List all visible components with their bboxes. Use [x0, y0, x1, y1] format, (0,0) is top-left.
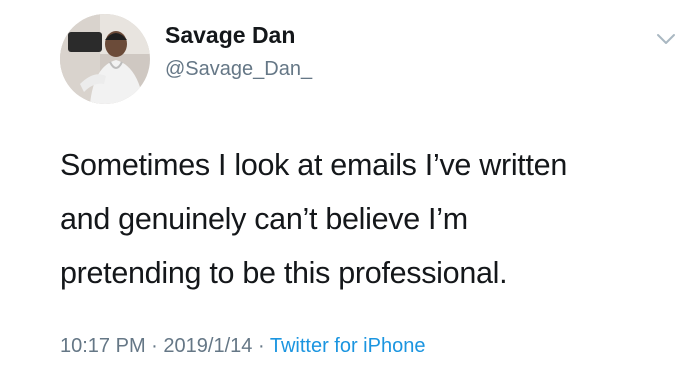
avatar-photo-icon [60, 14, 150, 104]
tweet-date[interactable]: 2019/1/14 [163, 335, 252, 357]
tweet-time[interactable]: 10:17 PM [60, 335, 146, 357]
tweet-text: Sometimes I look at emails I’ve written … [60, 138, 660, 300]
tweet-text-line: Sometimes I look at emails I’ve written [60, 148, 567, 182]
display-name[interactable]: Savage Dan [165, 22, 295, 49]
user-handle[interactable]: @Savage_Dan_ [165, 58, 312, 81]
separator-dot: · [151, 335, 158, 357]
avatar[interactable] [60, 14, 150, 104]
tweet-card: Savage Dan @Savage_Dan_ Sometimes I look… [0, 0, 700, 383]
tweet-source-link[interactable]: Twitter for iPhone [270, 335, 426, 357]
tweet-text-line: and genuinely can’t believe I’m [60, 202, 468, 236]
chevron-down-icon[interactable] [655, 32, 677, 46]
separator-dot: · [257, 335, 265, 357]
tweet-text-line: pretending to be this professional. [60, 256, 508, 290]
tweet-metadata: 10:17 PM · 2019/1/14 · Twitter for iPhon… [60, 335, 425, 358]
